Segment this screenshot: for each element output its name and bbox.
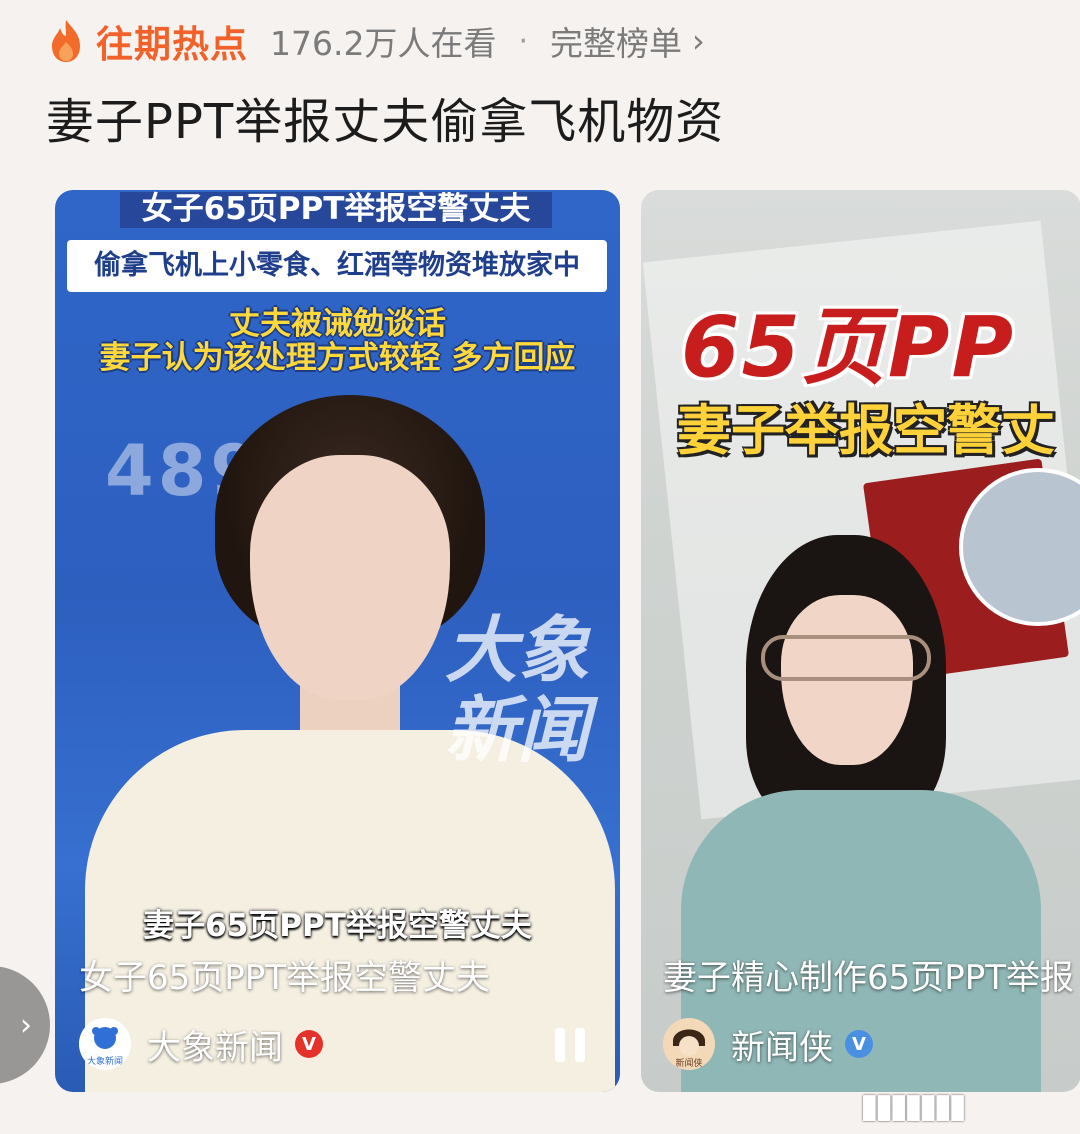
verified-badge-icon: V	[295, 1030, 323, 1058]
elephant-logo-icon: 大象新闻	[79, 1018, 131, 1070]
topic-title[interactable]: 妻子PPT举报丈夫偷拿飞机物资	[46, 82, 724, 152]
presenter-glasses	[761, 635, 931, 681]
chevron-right-icon: ›	[20, 1007, 32, 1043]
avatar-text: 大象新闻	[87, 1055, 123, 1067]
author-row[interactable]: 新闻侠 新闻侠 V	[663, 1018, 873, 1070]
viewer-count: 176.2万人在看	[270, 24, 497, 63]
avatar-text: 新闻侠	[675, 1057, 702, 1069]
video-subheadline: 偷拿飞机上小零食、红酒等物资堆放家中	[67, 240, 607, 292]
card-title[interactable]: 妻子精心制作65页PPT举报	[663, 950, 1080, 999]
author-name[interactable]: 大象新闻	[147, 1020, 283, 1069]
card-title[interactable]: 女子65页PPT举报空警丈夫	[79, 950, 599, 999]
overlay-big-text: 65页PP	[681, 298, 1016, 396]
watermark-line-1: 大象	[445, 608, 590, 692]
overlay-yellow-text: 妻子举报空警丈	[677, 399, 1055, 462]
author-row[interactable]: 大象新闻 大象新闻 V	[79, 1018, 323, 1070]
full-list-link[interactable]: 完整榜单	[550, 17, 682, 65]
avatar[interactable]: 新闻侠	[663, 1018, 715, 1070]
avatar[interactable]: 大象新闻	[79, 1018, 131, 1070]
video-headline: 女子65页PPT举报空警丈夫	[120, 192, 552, 228]
video-card[interactable]: 489 大象 新闻 女子65页PPT举报空警丈夫 偷拿飞机上小零食、红酒等物资堆…	[55, 190, 620, 1092]
video-yellow-line-2: 妻子认为该处理方式较轻 多方回应	[99, 340, 576, 376]
video-card[interactable]: 65页PP 妻子举报空警丈 妻子精心制作65页PPT举报 新闻侠 新闻侠 V	[641, 190, 1080, 1092]
chevron-right-icon[interactable]: ›	[692, 22, 705, 60]
pause-bar-left	[555, 1028, 565, 1062]
side-expand-button[interactable]: ›	[0, 966, 50, 1084]
video-caption: 妻子65页PPT举报空警丈夫	[143, 908, 532, 944]
flame-icon	[52, 20, 80, 62]
author-name[interactable]: 新闻侠	[731, 1020, 833, 1069]
separator-dot: ·	[518, 23, 529, 59]
pause-bar-right	[575, 1028, 585, 1062]
hot-label: 往期热点	[96, 23, 248, 66]
verified-badge-icon: V	[845, 1030, 873, 1058]
channel-watermark: 大象 新闻	[445, 610, 589, 770]
pause-icon[interactable]	[555, 1028, 585, 1062]
anchor-face	[250, 455, 450, 700]
redaction-scribble: ▮▮▮▮▮▮▮	[860, 1086, 967, 1126]
watermark-line-2: 新闻	[445, 688, 590, 772]
hot-topic-header: 往期热点 176.2万人在看 · 完整榜单 ›	[46, 14, 705, 68]
hot-topic-page: 往期热点 176.2万人在看 · 完整榜单 › 妻子PPT举报丈夫偷拿飞机物资 …	[0, 0, 1080, 1134]
cartoon-avatar-icon: 新闻侠	[663, 1018, 715, 1070]
